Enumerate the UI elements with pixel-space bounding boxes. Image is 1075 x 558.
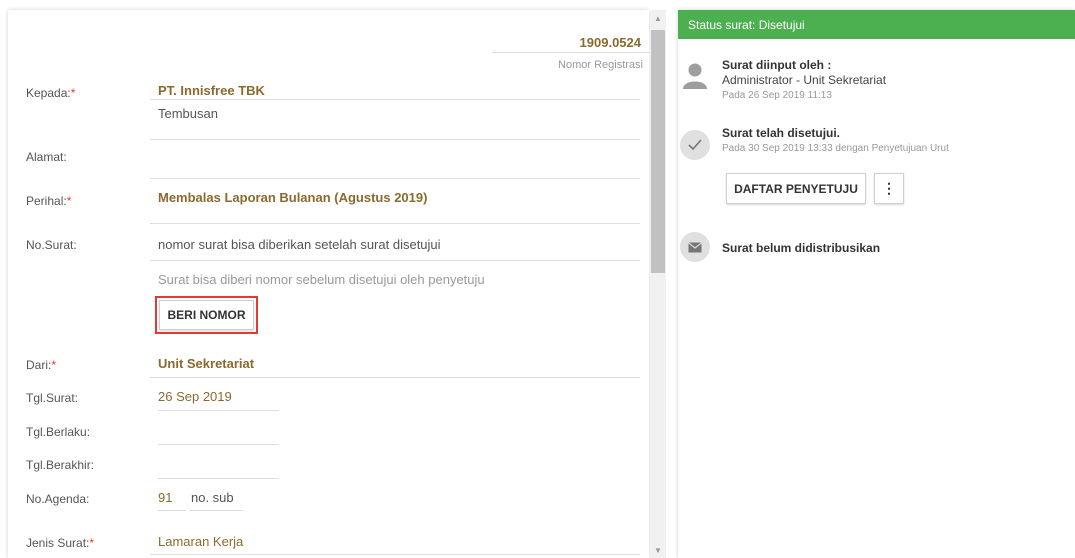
no-sub-field[interactable]: no. sub <box>191 490 234 505</box>
tembusan-underline <box>150 139 640 140</box>
scroll-thumb[interactable] <box>651 30 665 273</box>
daftar-penyetuju-button[interactable]: DAFTAR PENYETUJU <box>726 173 866 204</box>
no-agenda-underline <box>158 510 186 511</box>
no-surat-hint: Surat bisa diberi nomor sebelum disetuju… <box>158 272 485 287</box>
alamat-field[interactable] <box>150 178 640 179</box>
no-surat-underline <box>150 260 640 261</box>
tgl-surat-label: Tgl.Surat: <box>26 391 79 405</box>
kepada-underline <box>150 99 640 100</box>
timeline-input-date: Pada 26 Sep 2019 11:13 <box>722 90 832 101</box>
tgl-berakhir-label: Tgl.Berakhir: <box>26 458 95 472</box>
timeline-input-user: Administrator - Unit Sekretariat <box>722 73 887 87</box>
no-sub-underline <box>189 510 243 511</box>
scroll-down-arrow-icon[interactable]: ▼ <box>650 542 666 558</box>
timeline-distribution-title: Surat belum didistribusikan <box>722 241 881 255</box>
dari-underline <box>150 377 640 378</box>
jenis-surat-underline <box>150 554 640 555</box>
tembusan-field[interactable]: Tembusan <box>158 106 218 121</box>
registration-number: 1909.0524 <box>579 35 641 50</box>
jenis-surat-field[interactable]: Lamaran Kerja <box>158 534 243 549</box>
check-icon <box>680 130 710 160</box>
perihal-underline <box>150 223 640 224</box>
dari-field[interactable]: Unit Sekretariat <box>158 356 254 371</box>
user-avatar-icon <box>680 60 710 90</box>
jenis-surat-label: Jenis Surat:* <box>26 536 95 550</box>
more-options-button[interactable]: ⋮ <box>874 173 904 204</box>
no-agenda-label: No.Agenda: <box>26 492 90 506</box>
no-surat-label: No.Surat: <box>26 238 77 252</box>
timeline-approved-date: Pada 30 Sep 2019 13:33 dengan Penyetujua… <box>722 143 949 154</box>
beri-nomor-button[interactable]: BERI NOMOR <box>159 300 254 330</box>
registration-label: Nomor Registrasi <box>558 59 643 71</box>
envelope-icon <box>680 232 710 262</box>
kepada-label: Kepada:* <box>26 86 76 100</box>
status-header: Status surat: Disetujui <box>678 10 1075 39</box>
kepada-field[interactable]: PT. Innisfree TBK <box>158 83 265 98</box>
perihal-field[interactable]: Membalas Laporan Bulanan (Agustus 2019) <box>158 190 427 205</box>
tgl-berakhir-field[interactable] <box>158 478 279 479</box>
dari-label: Dari:* <box>26 358 57 372</box>
alamat-label: Alamat: <box>26 150 67 164</box>
perihal-label: Perihal:* <box>26 194 72 208</box>
form-scrollbar[interactable]: ▲ ▼ <box>650 10 666 558</box>
tgl-berlaku-label: Tgl.Berlaku: <box>26 425 91 439</box>
tgl-surat-underline <box>158 410 279 411</box>
no-agenda-field[interactable]: 91 <box>158 490 172 505</box>
tgl-berlaku-field[interactable] <box>158 444 279 445</box>
scroll-up-arrow-icon[interactable]: ▲ <box>650 10 666 26</box>
tgl-surat-field[interactable]: 26 Sep 2019 <box>158 389 232 404</box>
more-vertical-icon: ⋮ <box>882 180 896 196</box>
timeline-approved-title: Surat telah disetujui. <box>722 126 841 140</box>
timeline-input-title: Surat diinput oleh : <box>722 58 832 72</box>
status-panel: Status surat: Disetujui Surat diinput ol… <box>678 10 1075 558</box>
registration-underline <box>492 52 649 53</box>
no-surat-field[interactable]: nomor surat bisa diberikan setelah surat… <box>158 237 441 252</box>
letter-form: 1909.0524 Nomor Registrasi Kepada:* PT. … <box>8 10 649 558</box>
status-header-text: Status surat: Disetujui <box>688 18 805 32</box>
